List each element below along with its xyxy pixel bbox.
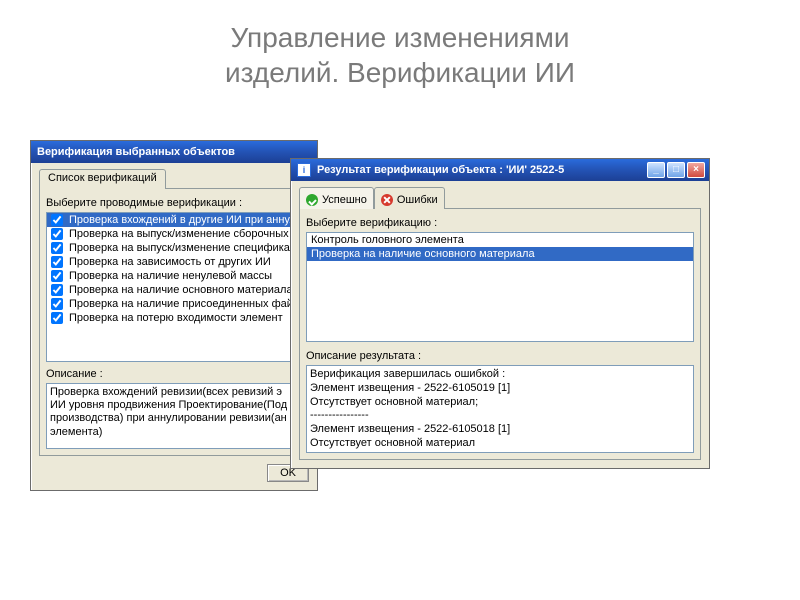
slide-title-line2: изделий. Верификации ИИ xyxy=(225,57,575,88)
check-box[interactable] xyxy=(51,270,63,282)
check-box[interactable] xyxy=(51,298,63,310)
description-label: Описание : xyxy=(46,368,302,380)
tab-success[interactable]: Успешно xyxy=(299,187,374,209)
maximize-button[interactable]: □ xyxy=(667,162,685,178)
check-item[interactable]: Проверка на наличие основного материала xyxy=(47,283,301,297)
window-title: Верификация выбранных объектов xyxy=(37,146,313,158)
close-button[interactable]: × xyxy=(687,162,705,178)
check-box[interactable] xyxy=(51,228,63,240)
check-item[interactable]: Проверка на выпуск/изменение специфика xyxy=(47,241,301,255)
description-text: Проверка вхождений ревизии(всех ревизий … xyxy=(46,383,302,449)
check-box[interactable] xyxy=(51,312,63,324)
tab-verification-list[interactable]: Список верификаций xyxy=(39,169,166,189)
choose-verification-label: Выберите верификацию : xyxy=(306,217,694,229)
check-box[interactable] xyxy=(51,242,63,254)
minimize-button[interactable]: _ xyxy=(647,162,665,178)
slide-title-line1: Управление изменениями xyxy=(231,22,570,53)
verification-result-dialog: i Результат верификации объекта : 'ИИ' 2… xyxy=(290,158,710,469)
check-item[interactable]: Проверка на наличие ненулевой массы xyxy=(47,269,301,283)
check-item[interactable]: Проверка на выпуск/изменение сборочных xyxy=(47,227,301,241)
result-desc-label: Описание результата : xyxy=(306,350,694,362)
result-verification-list[interactable]: Контроль головного элемента Проверка на … xyxy=(306,232,694,342)
result-desc-text: Верификация завершилась ошибкой : Элемен… xyxy=(306,365,694,453)
choose-verifications-label: Выберите проводимые верификации : xyxy=(46,197,302,209)
check-item[interactable]: Проверка на потерю входимости элемент xyxy=(47,311,301,325)
error-circle-icon xyxy=(381,194,393,206)
tab-errors[interactable]: Ошибки xyxy=(374,187,445,209)
verification-checklist[interactable]: Проверка вхождений в другие ИИ при аннул… xyxy=(46,212,302,362)
list-item[interactable]: Проверка на наличие основного материала xyxy=(307,247,693,261)
slide-title: Управление изменениями изделий. Верифика… xyxy=(0,20,800,90)
titlebar[interactable]: i Результат верификации объекта : 'ИИ' 2… xyxy=(291,159,709,181)
list-item[interactable]: Контроль головного элемента xyxy=(307,233,693,247)
check-box[interactable] xyxy=(51,214,63,226)
check-box[interactable] xyxy=(51,284,63,296)
titlebar[interactable]: Верификация выбранных объектов xyxy=(31,141,317,163)
check-item[interactable]: Проверка вхождений в другие ИИ при аннул xyxy=(47,213,301,227)
window-title: Результат верификации объекта : 'ИИ' 252… xyxy=(317,164,641,176)
check-item[interactable]: Проверка на наличие присоединенных фай xyxy=(47,297,301,311)
verification-dialog: Верификация выбранных объектов Список ве… xyxy=(30,140,318,491)
check-circle-icon xyxy=(306,194,318,206)
check-item[interactable]: Проверка на зависимость от других ИИ xyxy=(47,255,301,269)
check-box[interactable] xyxy=(51,256,63,268)
